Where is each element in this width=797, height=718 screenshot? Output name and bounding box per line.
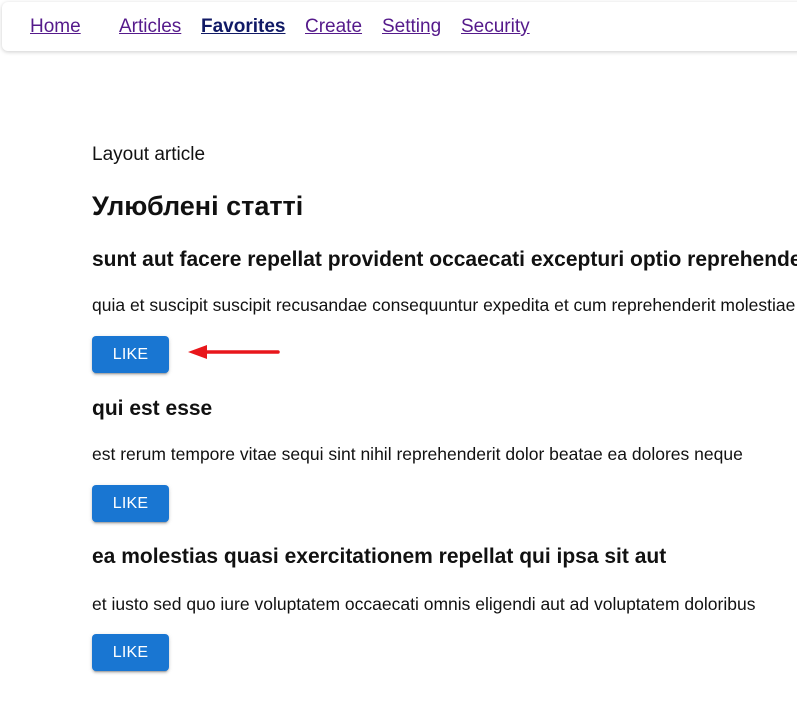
like-button[interactable]: LIKE: [92, 634, 169, 671]
like-button[interactable]: LIKE: [92, 336, 169, 373]
article-title: qui est esse: [92, 397, 213, 420]
page-title: Улюблені статті: [92, 191, 304, 221]
article-title: ea molestias quasi exercitationem repell…: [92, 545, 667, 568]
article-body: est rerum tempore vitae sequi sint nihil…: [92, 444, 743, 464]
red-arrow-annotation-icon: [188, 345, 280, 359]
nav-link-create[interactable]: Create: [305, 15, 362, 39]
top-navbar: Home Articles Favorites Create Setting S…: [2, 2, 797, 51]
nav-link-setting[interactable]: Setting: [382, 15, 441, 39]
like-button[interactable]: LIKE: [92, 485, 169, 522]
nav-link-security[interactable]: Security: [461, 15, 530, 39]
nav-link-articles[interactable]: Articles: [119, 15, 181, 39]
article-body: quia et suscipit suscipit recusandae con…: [92, 295, 796, 315]
article-body: et iusto sed quo iure voluptatem occaeca…: [92, 594, 756, 614]
layout-label: Layout article: [92, 144, 206, 165]
article-title: sunt aut facere repellat provident occae…: [92, 248, 797, 271]
nav-link-home[interactable]: Home: [30, 15, 81, 39]
nav-link-favorites[interactable]: Favorites: [201, 15, 285, 39]
